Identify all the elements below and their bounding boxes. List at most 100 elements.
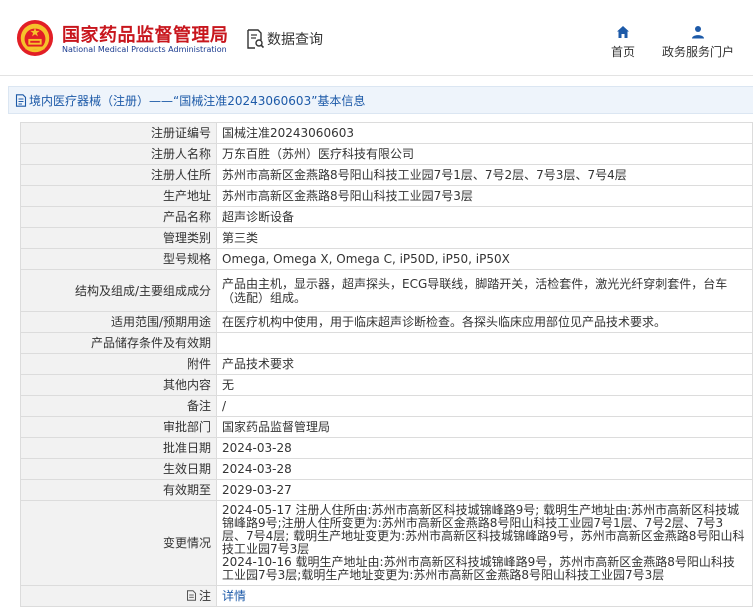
change-entry: 2024-05-17 注册人住所由:苏州市高新区科技城锦峰路9号; 载明生产地址…: [222, 503, 745, 556]
table-row-model-spec: 型号规格 Omega, Omega X, Omega C, iP50D, iP50…: [20, 248, 753, 270]
registrant-address-value-cell: 苏州市高新区金燕路8号阳山科技工业园7号1层、7号2层、7号3层、7号4层: [216, 164, 753, 186]
product-name-label-text: 产品名称: [162, 210, 211, 224]
approval-date-value-cell: 2024-03-28: [216, 437, 753, 459]
remarks-label: 备注: [20, 395, 217, 417]
storage-conditions-label-text: 产品储存条件及有效期: [90, 336, 211, 350]
model-spec-value-cell: Omega, Omega X, Omega C, iP50D, iP50, iP…: [216, 248, 753, 270]
approval-date-value: 2024-03-28: [222, 441, 292, 455]
nav-gov-service-portal[interactable]: 政务服务门户: [657, 25, 739, 60]
page-title-text: 数据查询: [267, 32, 323, 48]
note-label: 注: [20, 585, 217, 607]
table-row-expiry-date: 有效期至 2029-03-27: [20, 479, 753, 501]
registrant-name-label-text: 注册人名称: [150, 147, 211, 161]
table-row-production-address: 生产地址 苏州市高新区金燕路8号阳山科技工业园7号3层: [20, 185, 753, 207]
site-header: 国家药品监督管理局 National Medical Products Admi…: [0, 0, 753, 76]
org-name-cn: 国家药品监督管理局: [62, 25, 229, 46]
nav-home[interactable]: 首页: [606, 25, 640, 60]
table-row-storage-conditions: 产品储存条件及有效期: [20, 332, 753, 354]
reg-cert-number-label: 注册证编号: [20, 122, 217, 144]
document-search-icon: [247, 29, 264, 49]
intended-use-label: 适用范围/预期用途: [20, 311, 217, 333]
national-emblem-icon: [16, 19, 54, 57]
structure-composition-label: 结构及组成/主要组成成分: [20, 269, 217, 312]
effective-date-value-cell: 2024-03-28: [216, 458, 753, 480]
product-name-value: 超声诊断设备: [222, 210, 295, 224]
production-address-label-text: 生产地址: [162, 189, 211, 203]
details-link[interactable]: 详情: [222, 589, 246, 603]
management-class-label-text: 管理类别: [162, 231, 211, 245]
approval-department-value-cell: 国家药品监督管理局: [216, 416, 753, 438]
table-row-reg-cert-number: 注册证编号 国械注准20243060603: [20, 122, 753, 144]
remarks-label-text: 备注: [186, 399, 211, 413]
registrant-name-label: 注册人名称: [20, 143, 217, 165]
other-content-label-text: 其他内容: [162, 378, 211, 392]
intended-use-label-text: 适用范围/预期用途: [110, 315, 211, 329]
table-row-note: 注详情: [20, 585, 753, 607]
attachment-value: 产品技术要求: [222, 357, 295, 371]
expiry-date-label: 有效期至: [20, 479, 217, 501]
remarks-value: /: [222, 399, 227, 413]
attachment-label: 附件: [20, 353, 217, 375]
table-row-remarks: 备注 /: [20, 395, 753, 417]
table-row-change-history: 变更情况 2024-05-17 注册人住所由:苏州市高新区科技城锦峰路9号; 载明…: [20, 500, 753, 586]
attachment-value-cell: 产品技术要求: [216, 353, 753, 375]
page-title: 数据查询: [246, 29, 323, 49]
table-row-structure-composition: 结构及组成/主要组成成分 产品由主机，显示器，超声探头，ECG导联线，脚踏开关，活…: [20, 269, 753, 312]
remarks-value-cell: /: [216, 395, 753, 417]
production-address-label: 生产地址: [20, 185, 217, 207]
home-icon: [617, 26, 629, 38]
model-spec-label-text: 型号规格: [162, 252, 211, 266]
effective-date-value: 2024-03-28: [222, 462, 292, 476]
production-address-value-cell: 苏州市高新区金燕路8号阳山科技工业园7号3层: [216, 185, 753, 207]
table-row-registrant-address: 注册人住所 苏州市高新区金燕路8号阳山科技工业园7号1层、7号2层、7号3层、7号…: [20, 164, 753, 186]
other-content-label: 其他内容: [20, 374, 217, 396]
model-spec-label: 型号规格: [20, 248, 217, 270]
attachment-label-text: 附件: [186, 357, 211, 371]
effective-date-label-text: 生效日期: [162, 462, 211, 476]
registrant-address-value: 苏州市高新区金燕路8号阳山科技工业园7号1层、7号2层、7号3层、7号4层: [222, 168, 627, 182]
management-class-value: 第三类: [222, 231, 259, 245]
table-row-attachment: 附件 产品技术要求: [20, 353, 753, 375]
registration-info-table: 注册证编号 国械注准20243060603 注册人名称 万东百胜（苏州）医疗科技有限公…: [20, 122, 753, 607]
expiry-date-value: 2029-03-27: [222, 483, 292, 497]
reg-cert-number-value: 国械注准20243060603: [222, 126, 354, 140]
table-row-registrant-name: 注册人名称 万东百胜（苏州）医疗科技有限公司: [20, 143, 753, 165]
storage-conditions-label: 产品储存条件及有效期: [20, 332, 217, 354]
structure-composition-value-cell: 产品由主机，显示器，超声探头，ECG导联线，脚踏开关，活检套件，激光光纤穿刺套件…: [216, 269, 753, 312]
reg-cert-number-label-text: 注册证编号: [150, 126, 211, 140]
table-row-approval-department: 审批部门 国家药品监督管理局: [20, 416, 753, 438]
registrant-name-value: 万东百胜（苏州）医疗科技有限公司: [222, 147, 415, 161]
table-row-approval-date: 批准日期 2024-03-28: [20, 437, 753, 459]
table-row-other-content: 其他内容无: [20, 374, 753, 396]
nav-home-label: 首页: [610, 45, 635, 59]
effective-date-label: 生效日期: [20, 458, 217, 480]
table-row-intended-use: 适用范围/预期用途 在医疗机构中使用，用于临床超声诊断检查。各探头临床应用部位见产…: [20, 311, 753, 333]
intended-use-value-cell: 在医疗机构中使用，用于临床超声诊断检查。各探头临床应用部位见产品技术要求。: [216, 311, 753, 333]
change-history-label: 变更情况: [20, 500, 217, 586]
reg-cert-number-value-cell: 国械注准20243060603: [216, 122, 753, 144]
table-row-management-class: 管理类别 第三类: [20, 227, 753, 249]
registrant-address-label-text: 注册人住所: [150, 168, 211, 182]
model-spec-value: Omega, Omega X, Omega C, iP50D, iP50, iP…: [222, 252, 510, 266]
storage-conditions-value-cell: [216, 332, 753, 354]
document-icon: [15, 93, 27, 107]
registrant-address-label: 注册人住所: [20, 164, 217, 186]
approval-date-label: 批准日期: [20, 437, 217, 459]
expiry-date-value-cell: 2029-03-27: [216, 479, 753, 501]
user-icon: [692, 26, 704, 39]
management-class-label: 管理类别: [20, 227, 217, 249]
other-content-value: 无: [222, 378, 235, 392]
nav-gov-service-portal-label: 政务服务门户: [661, 45, 734, 59]
note-value-cell: 详情: [216, 585, 753, 607]
management-class-value-cell: 第三类: [216, 227, 753, 249]
structure-composition-value: 产品由主机，显示器，超声探头，ECG导联线，脚踏开关，活检套件，激光光纤穿刺套件…: [222, 276, 728, 305]
table-row-product-name: 产品名称 超声诊断设备: [20, 206, 753, 228]
approval-date-label-text: 批准日期: [162, 441, 211, 455]
approval-department-label: 审批部门: [20, 416, 217, 438]
structure-composition-label-text: 结构及组成/主要组成成分: [74, 283, 211, 298]
note-label-text: 注: [198, 589, 211, 603]
table-row-effective-date: 生效日期 2024-03-28: [20, 458, 753, 480]
expiry-date-label-text: 有效期至: [162, 483, 211, 497]
change-history-value-cell: 2024-05-17 注册人住所由:苏州市高新区科技城锦峰路9号; 载明生产地址…: [216, 500, 753, 586]
change-entry: 2024-10-16 载明生产地址由:苏州市高新区科技城锦峰路9号，苏州市高新区…: [222, 555, 735, 582]
